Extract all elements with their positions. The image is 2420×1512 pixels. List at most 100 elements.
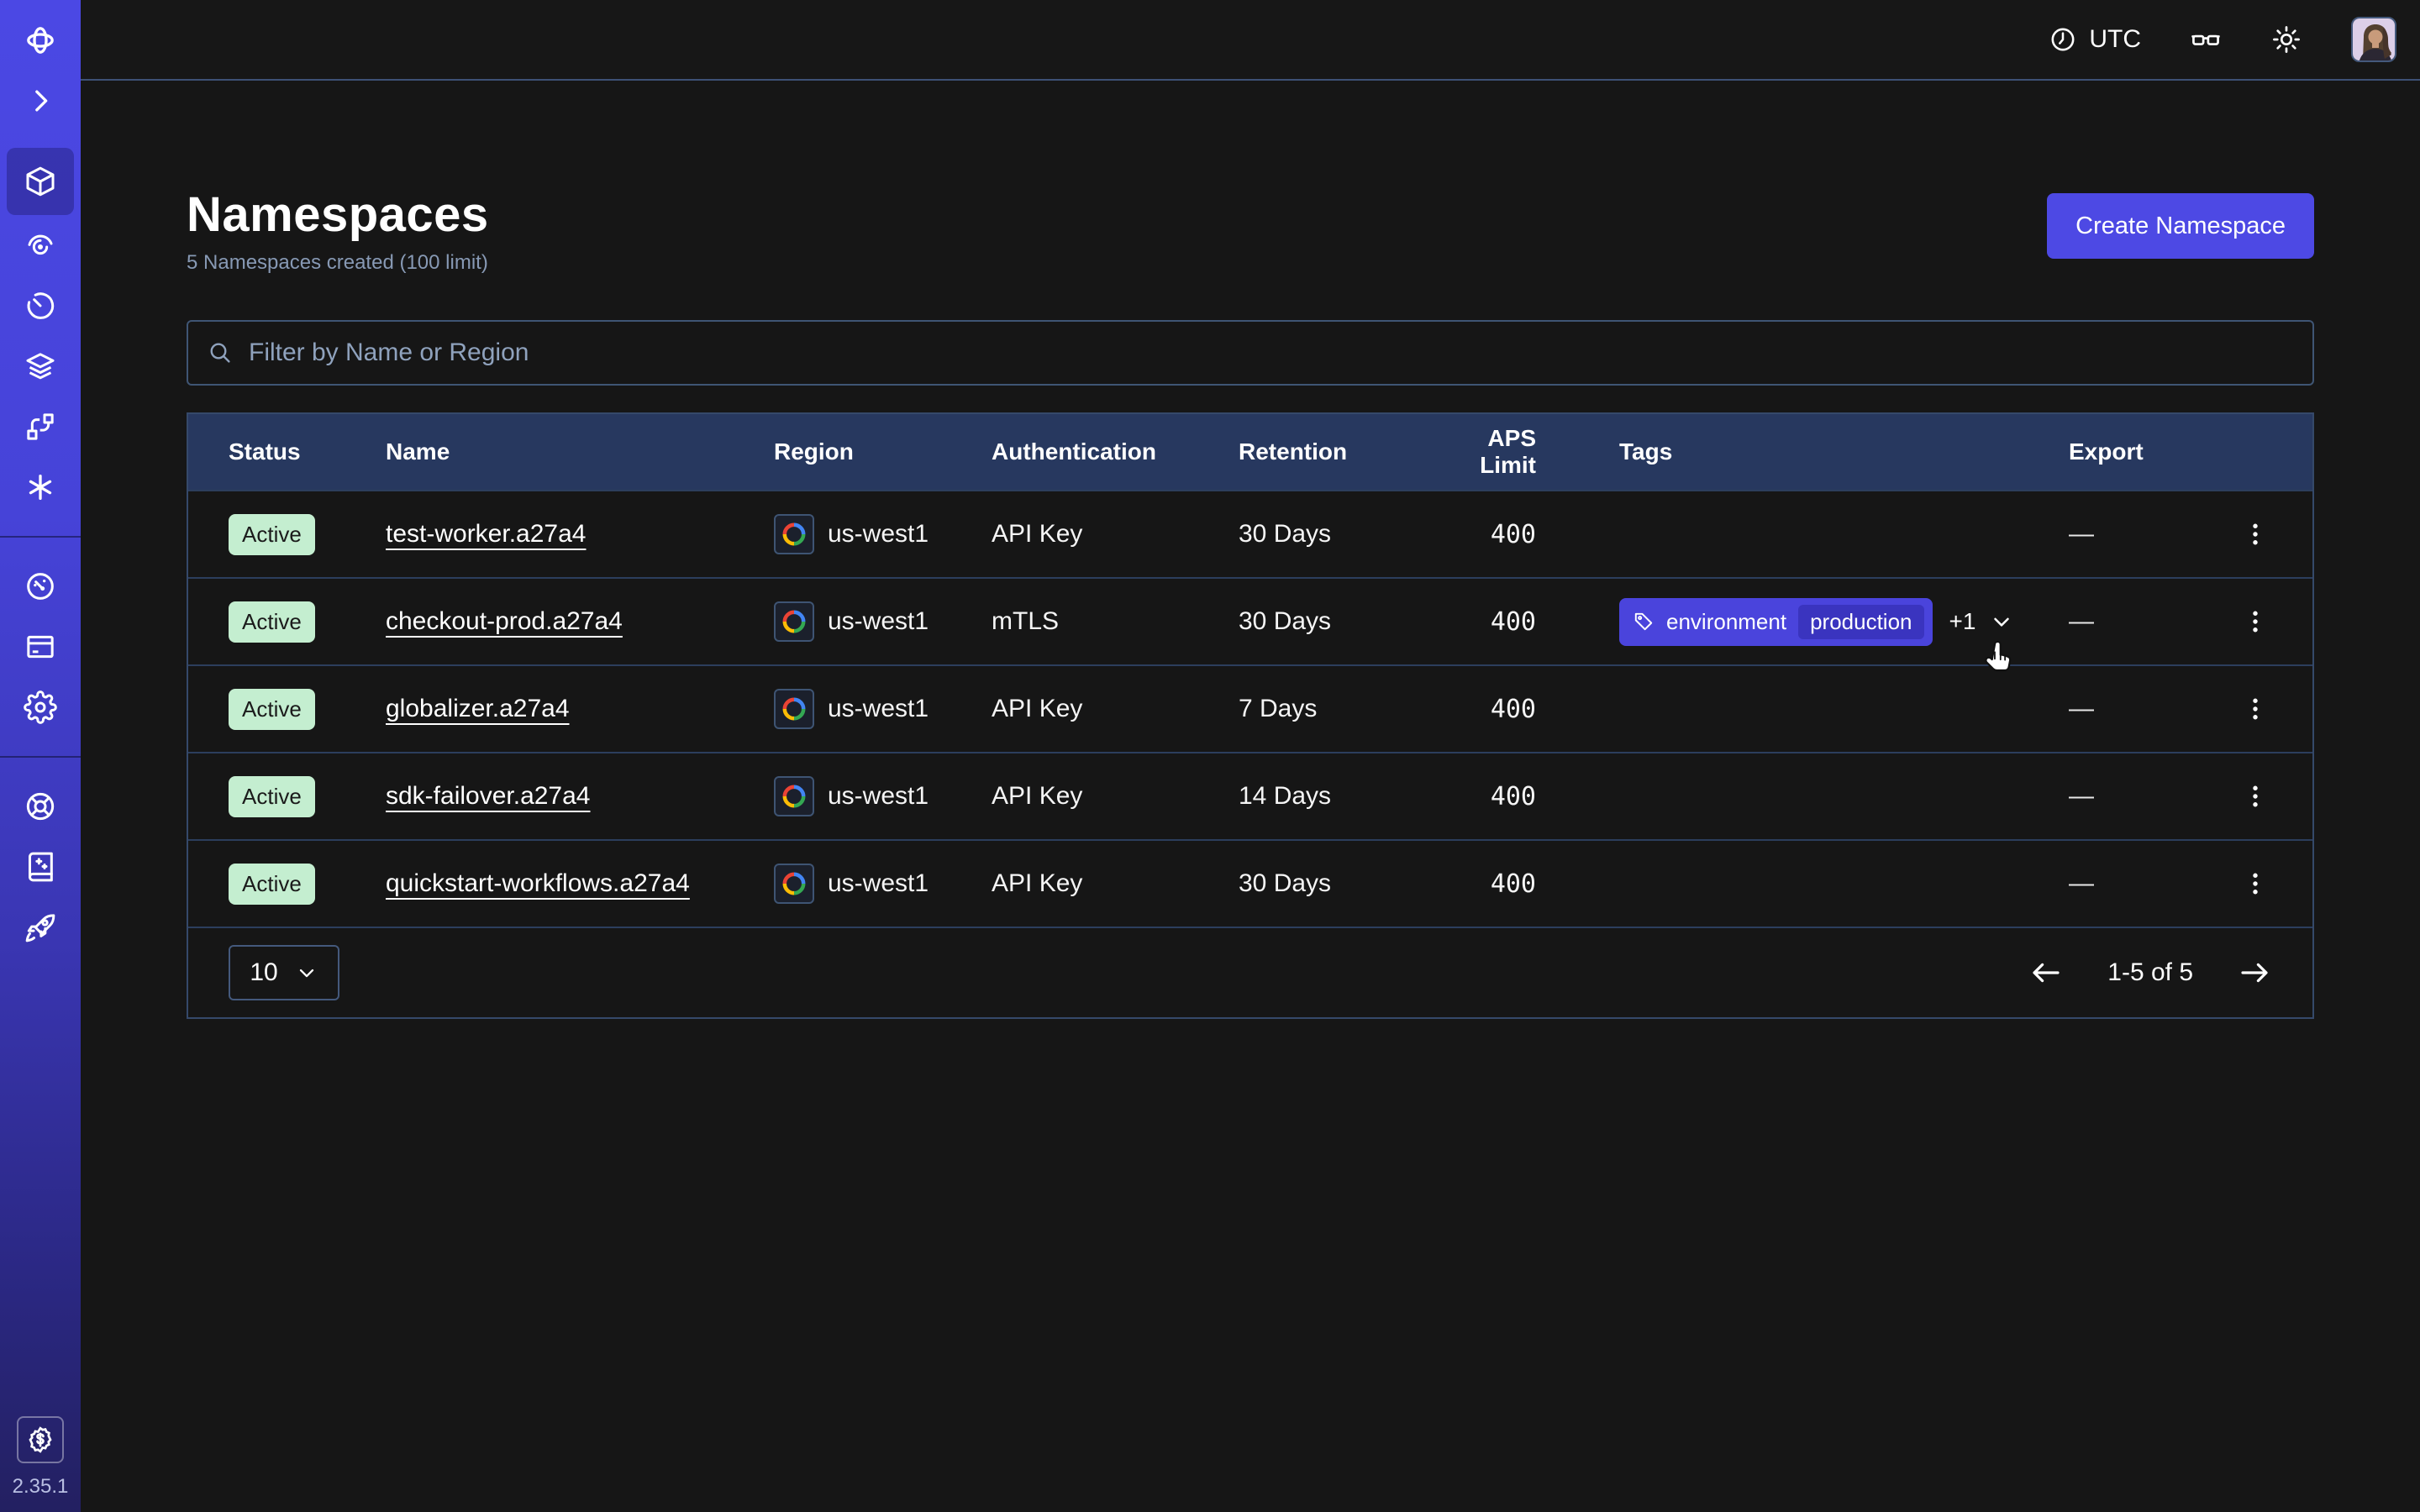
page-size-select[interactable]: 10 [229, 945, 339, 1000]
namespace-link[interactable]: sdk-failover.a27a4 [386, 782, 591, 810]
export-value: — [2069, 520, 2237, 549]
aps-limit-value: 400 [1431, 782, 1619, 811]
table-row: Active checkout-prod.a27a4 us-west1 mTLS… [188, 577, 2312, 664]
avatar[interactable] [2351, 17, 2396, 62]
kebab-menu-icon[interactable] [2237, 778, 2274, 815]
namespace-link[interactable]: checkout-prod.a27a4 [386, 607, 623, 635]
region-label: us-west1 [828, 695, 929, 723]
auth-label: API Key [992, 869, 1239, 898]
namespace-link[interactable]: quickstart-workflows.a27a4 [386, 869, 690, 897]
pagination-range: 1-5 of 5 [2107, 958, 2193, 987]
table-row: Active globalizer.a27a4 us-west1 API Key… [188, 664, 2312, 752]
sidebar-divider [0, 756, 81, 758]
previous-page-arrow-icon[interactable] [2028, 955, 2064, 990]
namespace-link[interactable]: globalizer.a27a4 [386, 695, 570, 722]
region-label: us-west1 [828, 869, 929, 898]
sidebar-item-settings[interactable] [7, 677, 74, 738]
retry-clock-icon [24, 289, 57, 323]
auth-label: API Key [992, 520, 1239, 549]
region-label: us-west1 [828, 782, 929, 811]
table-header: Status Name Region Authentication Retent… [188, 414, 2312, 490]
sidebar-item-support[interactable] [7, 776, 74, 837]
col-status: Status [229, 438, 386, 465]
cube-icon [24, 165, 57, 198]
namespace-link[interactable]: test-worker.a27a4 [386, 520, 586, 548]
glasses-icon[interactable] [2190, 24, 2222, 55]
price-badge-icon [25, 1425, 55, 1455]
billing-card-icon [24, 630, 57, 664]
col-tags: Tags [1619, 438, 2069, 465]
kebab-menu-icon[interactable] [2237, 865, 2274, 902]
col-authentication: Authentication [992, 438, 1239, 465]
filter-input-container [187, 320, 2314, 386]
page-size-value: 10 [250, 958, 277, 987]
kebab-menu-icon[interactable] [2237, 603, 2274, 640]
sidebar-item-deployments[interactable] [7, 396, 74, 457]
next-page-arrow-icon[interactable] [2237, 955, 2272, 990]
sidebar-item-schedules[interactable] [7, 276, 74, 336]
auth-label: API Key [992, 695, 1239, 723]
status-badge: Active [229, 776, 315, 817]
search-icon [207, 339, 234, 366]
page-subtitle: 5 Namespaces created (100 limit) [187, 251, 489, 275]
sidebar: 2.35.1 [0, 0, 81, 1512]
gcp-cloud-icon [774, 864, 814, 904]
gcp-cloud-icon [774, 776, 814, 816]
export-value: — [2069, 607, 2237, 636]
create-namespace-button[interactable]: Create Namespace [2047, 193, 2314, 259]
namespaces-table: Status Name Region Authentication Retent… [187, 412, 2314, 1019]
sidebar-item-docs[interactable] [7, 837, 74, 897]
tag-more-count: +1 [1949, 608, 1976, 635]
temporal-logo-icon[interactable] [7, 10, 74, 71]
sidebar-item-getting-started[interactable] [7, 897, 74, 958]
export-value: — [2069, 869, 2237, 898]
timezone-selector[interactable]: UTC [2049, 25, 2141, 54]
tag-icon [1633, 611, 1655, 633]
status-badge: Active [229, 689, 315, 730]
status-badge: Active [229, 601, 315, 643]
aps-limit-value: 400 [1431, 520, 1619, 549]
retention-label: 14 Days [1239, 782, 1431, 811]
col-aps-limit: APS Limit [1431, 425, 1619, 479]
region-label: us-west1 [828, 520, 929, 549]
region-label: us-west1 [828, 607, 929, 636]
status-badge: Active [229, 514, 315, 555]
status-badge: Active [229, 864, 315, 905]
table-row: Active quickstart-workflows.a27a4 us-wes… [188, 839, 2312, 927]
auth-label: mTLS [992, 607, 1239, 636]
kebab-menu-icon[interactable] [2237, 690, 2274, 727]
gear-icon [24, 690, 57, 724]
pricing-button[interactable] [17, 1416, 64, 1463]
tag-value: production [1798, 605, 1923, 639]
tag-pill[interactable]: environment production [1619, 598, 1933, 646]
sidebar-item-usage[interactable] [7, 556, 74, 617]
page-title: Namespaces [187, 186, 489, 243]
lifebuoy-icon [24, 790, 57, 823]
col-retention: Retention [1239, 438, 1431, 465]
retention-label: 30 Days [1239, 520, 1431, 549]
chevron-down-icon[interactable] [1989, 609, 2014, 634]
tags-cell: environment production +1 [1619, 598, 2069, 646]
sidebar-item-swirl[interactable] [7, 215, 74, 276]
book-sparkles-icon [24, 850, 57, 884]
gauge-icon [24, 570, 57, 603]
sidebar-item-namespaces[interactable] [7, 148, 74, 215]
sidebar-item-nexus[interactable] [7, 457, 74, 517]
auth-label: API Key [992, 782, 1239, 811]
col-export: Export [2069, 438, 2237, 465]
filter-input[interactable] [249, 339, 2294, 367]
sidebar-item-billing[interactable] [7, 617, 74, 677]
sun-icon[interactable] [2270, 24, 2302, 55]
retention-label: 30 Days [1239, 869, 1431, 898]
kebab-menu-icon[interactable] [2237, 516, 2274, 553]
sidebar-item-stack[interactable] [7, 336, 74, 396]
table-row: Active test-worker.a27a4 us-west1 API Ke… [188, 490, 2312, 577]
asterisk-icon [24, 470, 57, 504]
table-row: Active sdk-failover.a27a4 us-west1 API K… [188, 752, 2312, 839]
sidebar-divider [0, 536, 81, 538]
retention-label: 7 Days [1239, 695, 1431, 723]
main-content: Namespaces 5 Namespaces created (100 lim… [81, 81, 2420, 1019]
chevron-right-icon[interactable] [7, 71, 74, 131]
aps-limit-value: 400 [1431, 695, 1619, 724]
clock-icon [2049, 25, 2077, 54]
